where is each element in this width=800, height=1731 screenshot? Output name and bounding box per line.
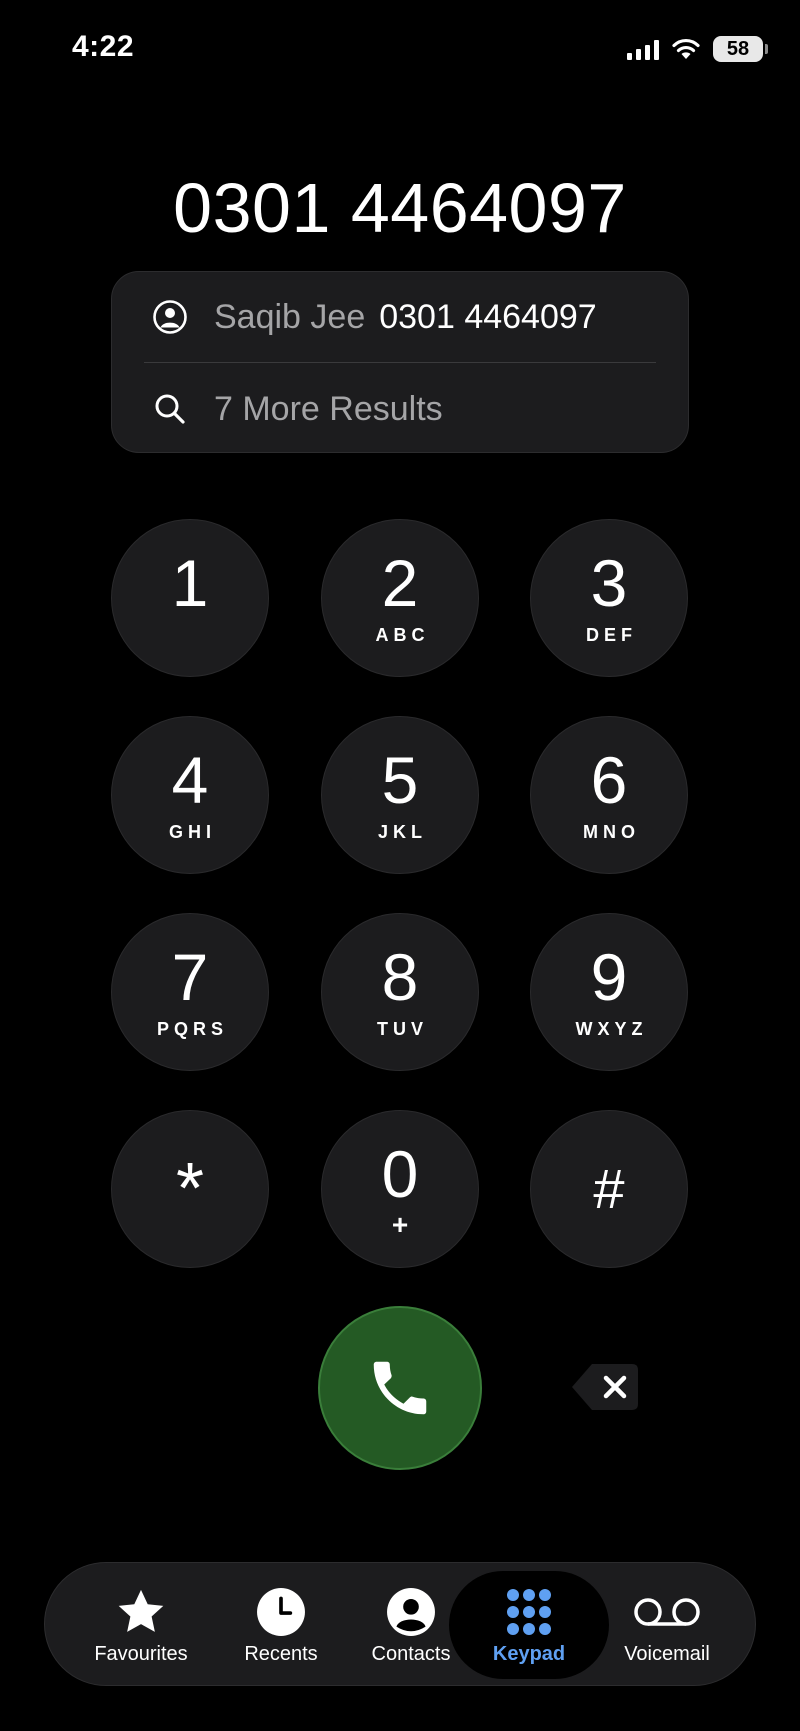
key-letters: GHI [168,822,216,842]
key-digit: 1 [171,546,209,620]
contact-suggestions: Saqib Jee 0301 4464097 7 More Results [111,271,689,453]
key-digit: 9 [590,940,628,1014]
key-digit: 5 [381,743,419,817]
divider [144,362,656,363]
dialed-number: 0301 4464097 [173,169,627,247]
key-8[interactable]: 8 TUV [321,913,479,1071]
key-digit: 0 [381,1137,419,1211]
key-letters: DEF [586,625,637,645]
tab-recents[interactable]: Recents [221,1563,341,1687]
key-letters: MNO [583,822,640,842]
tab-bar: Favourites Recents Contacts Keypad Voice… [44,1562,756,1686]
key-2[interactable]: 2 ABC [321,519,479,677]
key-hash[interactable]: # [530,1110,688,1268]
person-circle-icon [386,1585,436,1639]
key-letters: + [391,1209,409,1240]
delete-button[interactable] [570,1362,640,1412]
tab-label: Voicemail [624,1643,710,1665]
key-letters: ABC [375,625,430,645]
tab-label: Keypad [492,1643,566,1665]
cellular-signal-icon [627,38,659,60]
key-digit: 3 [590,546,628,620]
tab-favourites[interactable]: Favourites [81,1563,201,1687]
clock-icon [256,1585,306,1639]
key-0[interactable]: 0 + [321,1110,479,1268]
key-digit: 2 [381,546,419,620]
key-4[interactable]: 4 GHI [111,716,269,874]
battery-indicator: 58 [713,36,768,62]
key-6[interactable]: 6 MNO [530,716,688,874]
contact-number: 0301 4464097 [379,297,597,336]
tab-label: Favourites [94,1643,188,1665]
key-digit: 8 [381,940,419,1014]
key-letters: PQRS [156,1019,228,1039]
search-icon [152,391,188,427]
key-digit: * [175,1149,205,1229]
more-results-label: 7 More Results [214,389,443,428]
backspace-icon [572,1364,638,1410]
wifi-icon [672,38,700,59]
phone-icon [373,1361,427,1415]
key-letters: TUV [377,1019,428,1039]
keypad-grid-icon [504,1585,554,1639]
battery-level: 58 [726,37,750,60]
status-indicators: 58 [627,34,768,64]
tab-label: Contacts [371,1643,451,1665]
key-letters: JKL [377,822,427,842]
status-time: 4:22 [72,30,135,63]
key-3[interactable]: 3 DEF [530,519,688,677]
key-digit: 6 [590,743,628,817]
call-button[interactable] [318,1306,482,1470]
key-5[interactable]: 5 JKL [321,716,479,874]
key-9[interactable]: 9 WXYZ [530,913,688,1071]
tab-label: Recents [244,1643,318,1665]
key-7[interactable]: 7 PQRS [111,913,269,1071]
key-digit: # [593,1157,625,1220]
tab-keypad[interactable]: Keypad [449,1571,609,1679]
contact-suggestion-row[interactable]: Saqib Jee 0301 4464097 [152,272,656,362]
key-letters: WXYZ [575,1019,648,1039]
person-circle-icon [152,299,188,335]
contact-name: Saqib Jee [214,297,366,336]
key-digit: 7 [171,940,209,1014]
key-1[interactable]: 1 [111,519,269,677]
voicemail-icon [632,1585,702,1639]
more-results-row[interactable]: 7 More Results [152,364,656,454]
key-star[interactable]: * [111,1110,269,1268]
star-icon [115,1585,167,1639]
tab-voicemail[interactable]: Voicemail [607,1563,727,1687]
key-digit: 4 [171,743,209,817]
